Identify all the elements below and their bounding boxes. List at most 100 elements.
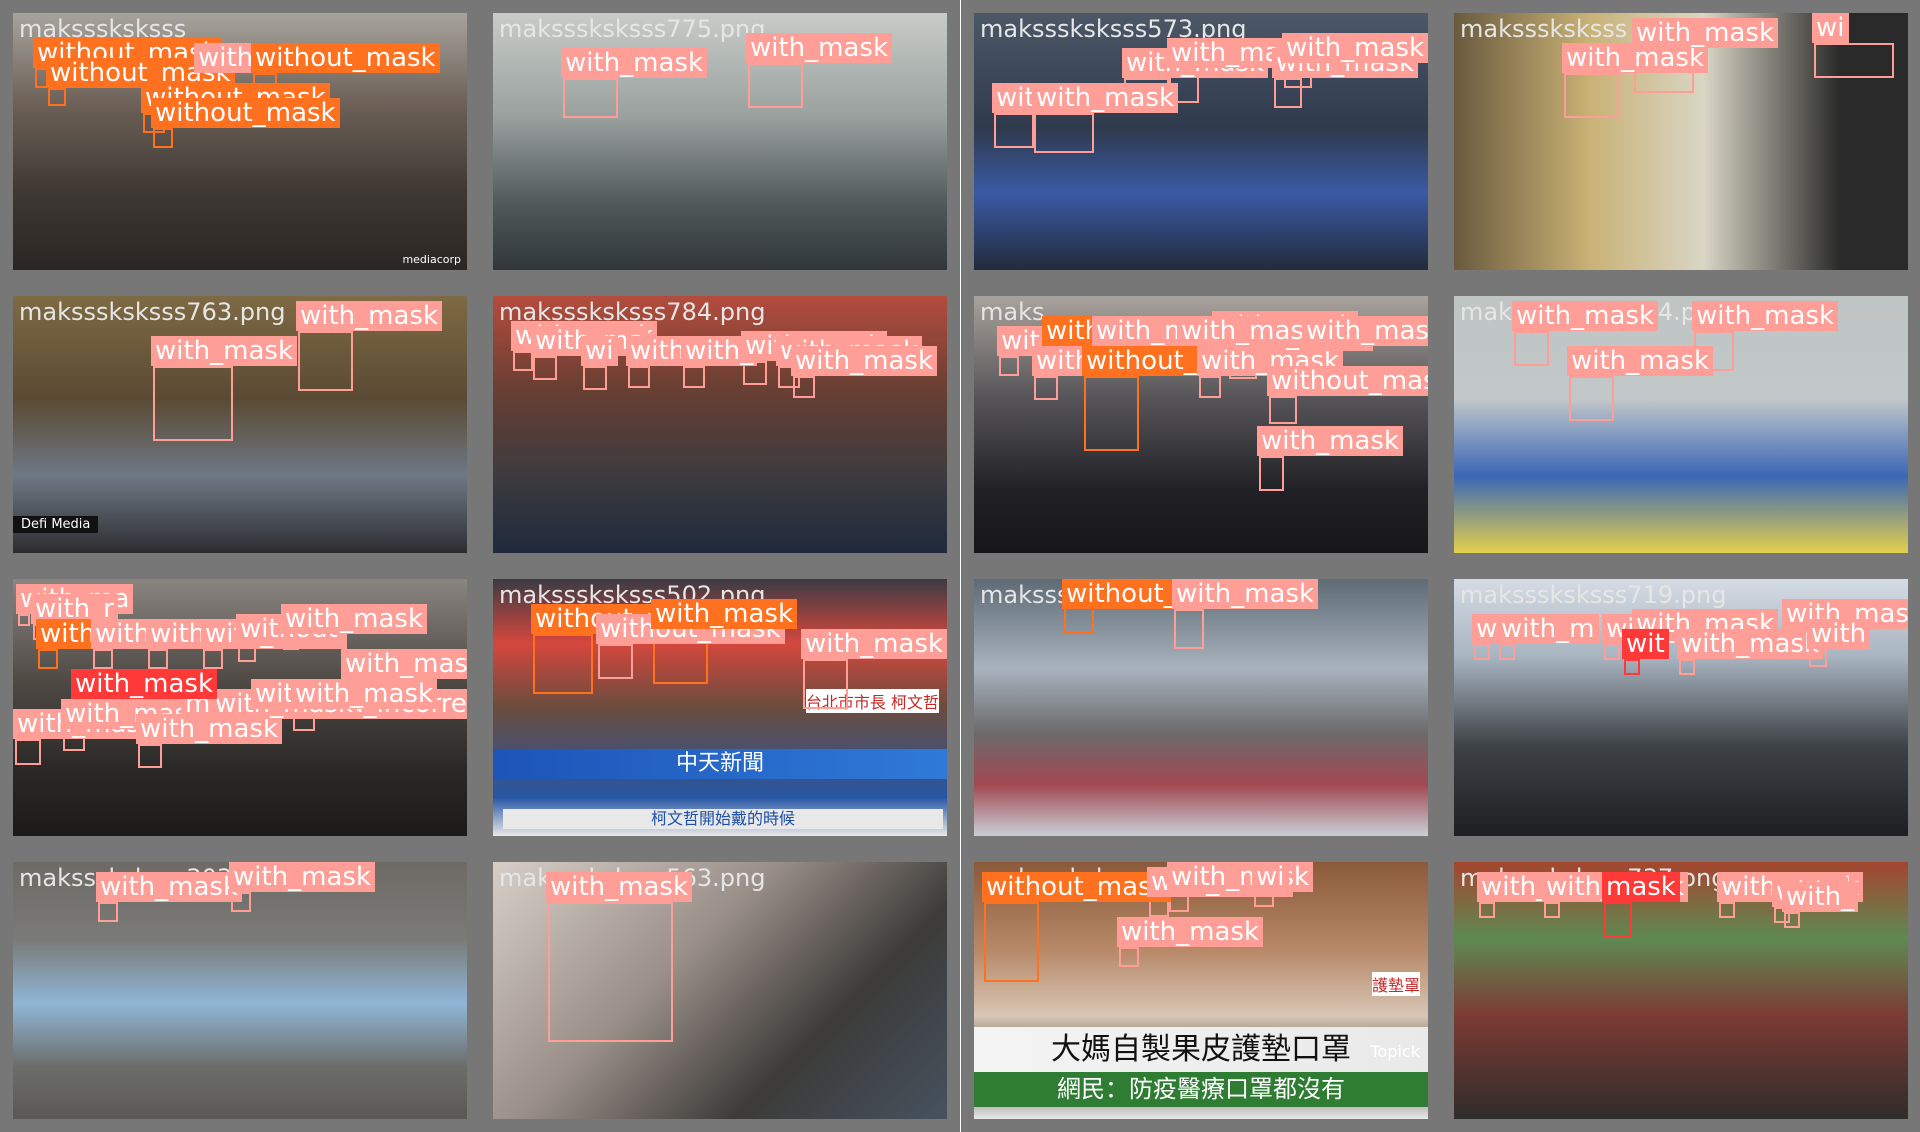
watermark-text: Defi Media [13,516,99,533]
class-label: wit [1622,629,1669,659]
bounding-box [803,659,848,709]
bounding-box [598,644,633,679]
bounding-box [18,614,30,626]
bounding-box [298,331,353,391]
detection-tile: maksssksksss563.pngwith_mask [480,849,960,1132]
crowd-photo: maksssksksss784.pngwith_maskwith_mawiwit… [493,296,947,553]
class-label: with_mask [281,604,428,634]
bounding-box [513,351,533,371]
crowd-photo: maksssksksss719.pngwith_mawith_mwith_mas… [1454,579,1908,836]
bounding-box [1474,644,1490,660]
class-label: with_mask [1117,917,1264,947]
detection-tile: maksssksksss with_mask with_mask wi [1441,0,1920,283]
bounding-box [984,902,1039,982]
bounding-box [748,63,803,108]
bounding-box [1814,43,1894,78]
detection-tile: maksssksksss763.png Defi Media with_mask wi… [0,283,480,566]
class-label: with_mask [1512,301,1659,331]
detection-tile: maksssksksss303.pngwith_maskwith_mask [0,849,480,1132]
crowd-photo: maksssksksss737.pngwith_maskwith_maskmas… [1454,862,1908,1119]
class-label: without_mask [151,98,340,128]
bounding-box [1514,331,1549,366]
class-label: without_mask [982,872,1171,902]
crowd-photo: maksssks without_mask with_mask [974,579,1428,836]
detection-tile: maksssksksss mediacorp without_mask without… [0,0,480,283]
class-label: without_mask [1267,366,1428,396]
bounding-box [138,744,162,768]
class-label: with_mask [746,33,893,63]
bounding-box [563,78,618,118]
crowd-photo: wwith_mawith_rwith_maskwith_maskwith_mas… [13,579,467,836]
class-label: with_mask [1282,33,1428,63]
bounding-box [1174,609,1204,649]
bounding-box [98,902,118,922]
caption-text: 網民：防疫醫療口罩都沒有 [974,1072,1428,1107]
caption-text: 護墊罩 [1371,972,1420,996]
class-label: wi [1812,13,1849,43]
watermark-text: mediacorp [402,253,461,266]
class-label: with_mask [1167,862,1314,892]
class-label: with_mask [801,629,947,659]
crowd-photo: maksssksksss763.png Defi Media with_mask wi… [13,296,467,553]
class-label: with_ [1782,882,1859,912]
bounding-box [1604,644,1620,660]
bounding-box [1784,912,1800,928]
bounding-box [1544,902,1560,918]
image-filename: maksssksksss763.png [19,298,286,326]
image-filename: maksssksksss [1460,15,1628,43]
detection-tile: makswith_maskwith_maskwith_maskwith_mask… [961,283,1441,566]
detection-results-grid: maksssksksss mediacorp without_mask without… [0,0,1920,1132]
class-label: with_mask [546,872,693,902]
class-label: with [1807,619,1871,649]
bounding-box [1499,644,1515,660]
bounding-box [1034,376,1058,400]
bounding-box [548,902,673,1042]
class-label: with_mask [296,301,443,331]
class-label: with_mask [1302,316,1428,346]
bounding-box [583,366,607,390]
class-label: wi [581,336,618,366]
class-label: without_mask [251,43,440,73]
detection-tile: maksssksksss775.png with_mask with_mask [480,0,960,283]
crowd-photo: maksssksksss502.png 中天新聞 柯文哲開始戴的時候 台北市市長 柯文… [493,579,947,836]
bounding-box [1604,902,1632,937]
image-filename: maksssksksss775.png [499,15,766,43]
crowd-photo: maksssksksss775.png with_mask with_mask [493,13,947,270]
bounding-box [1084,376,1139,451]
crowd-photo: maksssksksss303.pngwith_maskwith_mask [13,862,467,1119]
class-label: with_mask [151,336,298,366]
bounding-box [683,366,705,388]
bounding-box [1479,902,1495,918]
bounding-box [1679,659,1695,675]
bounding-box [1719,902,1735,918]
detection-tile: maksssksksss784.pngwith_maskwith_mawiwit… [480,283,960,566]
bounding-box [153,366,233,441]
detection-tile: maksssksksss774.pngwith_maskwith_maskwit… [1441,283,1920,566]
class-label: with_mask [1632,18,1779,48]
bounding-box [15,739,41,765]
crowd-photo: maksssksksss mediacorp without_mask without… [13,13,467,270]
class-label: wi [1252,862,1289,892]
crowd-photo: maksssksksss with_mask with_mask wi [1454,13,1908,270]
caption-text: 柯文哲開始戴的時候 [503,809,943,829]
image-filename: maksssksksss719.png [1460,581,1727,609]
class-label: with_mask [561,48,708,78]
image-filename: maks [980,298,1045,326]
bounding-box [1119,947,1139,967]
detection-tile: maksssksksss573.png with_mask with_mask wit… [961,0,1441,283]
bounding-box [93,649,113,669]
crowd-photo: maksssksksss62大媽自製果皮護墊口罩網民：防疫醫療口罩都沒有護墊罩T… [974,862,1428,1119]
detection-tile: maksssks without_mask with_mask [961,566,1441,849]
bounding-box [1569,376,1614,421]
class-label: with_mask [1567,346,1714,376]
class-label: with_mask [291,679,438,709]
bounding-box [153,128,173,148]
crowd-photo: maksssksksss563.pngwith_mask [493,862,947,1119]
bounding-box [148,649,168,669]
bounding-box [533,634,593,694]
crowd-photo: maksssksksss774.pngwith_maskwith_maskwit… [1454,296,1908,553]
bounding-box [38,649,58,669]
bounding-box [793,376,815,398]
bounding-box [1269,396,1297,424]
crowd-photo: maksssksksss573.png with_mask with_mask wit… [974,13,1428,270]
